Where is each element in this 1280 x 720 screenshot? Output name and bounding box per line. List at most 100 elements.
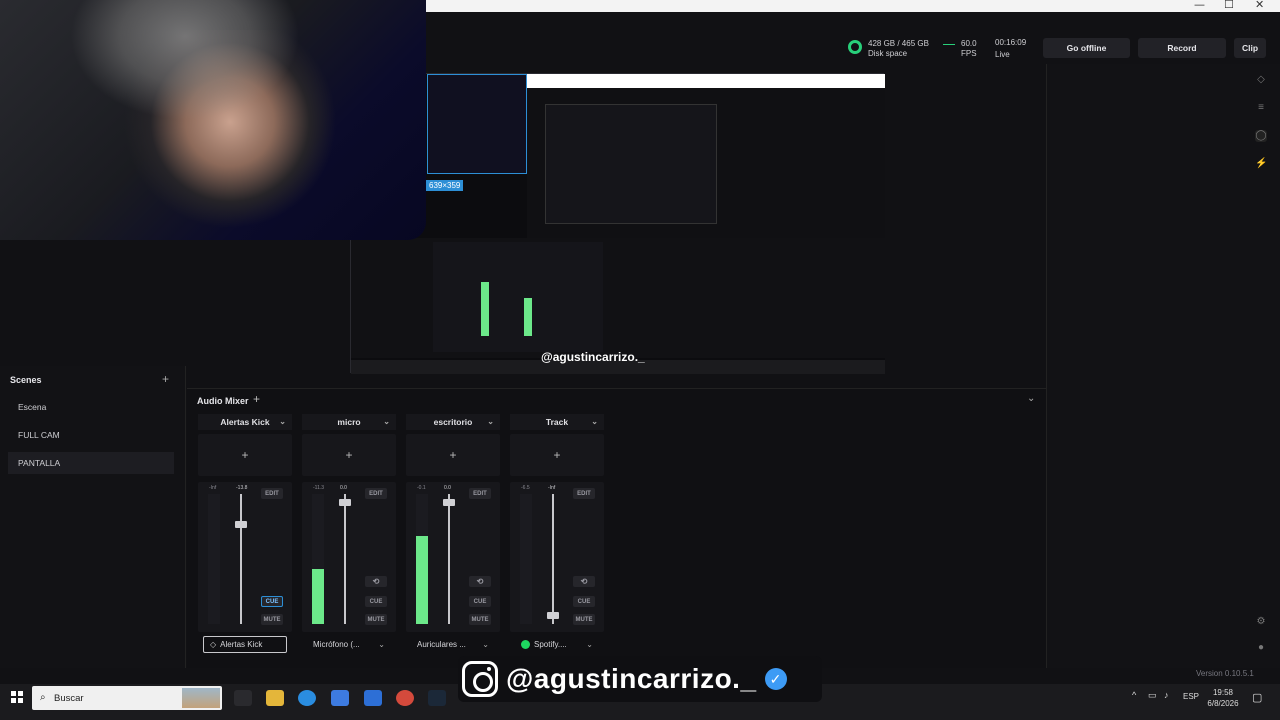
volume-fader-knob[interactable] — [547, 612, 559, 619]
selected-source-frame[interactable] — [427, 74, 527, 174]
gear-icon[interactable]: ⚙ — [1255, 616, 1267, 628]
profile-icon[interactable]: ● — [1255, 642, 1267, 654]
fps-graph-icon — [943, 44, 955, 45]
channel-db: -Inf — [548, 485, 556, 491]
chevron-down-icon[interactable]: ⌄ — [487, 414, 494, 430]
device-label: Auriculares ... — [417, 640, 466, 649]
nested-preview-frame — [545, 104, 717, 224]
cue-button[interactable]: CUE — [469, 596, 491, 607]
windows-start-button[interactable] — [11, 691, 23, 703]
nested-mixer — [433, 242, 603, 352]
store-icon[interactable] — [331, 690, 349, 706]
volume-meter — [520, 494, 532, 624]
edit-button[interactable]: EDIT — [365, 488, 387, 499]
add-filter-button[interactable]: + — [198, 434, 292, 476]
channel-header[interactable]: Track ⌄ — [510, 414, 604, 430]
record-button[interactable]: Record — [1138, 38, 1226, 58]
channel-db: 0.0 — [340, 485, 347, 491]
collapse-mixer-button[interactable]: ⌄ — [1027, 393, 1035, 404]
minimize-button[interactable]: — — [1194, 0, 1205, 11]
cue-button[interactable]: CUE — [573, 596, 595, 607]
fader-track — [552, 494, 554, 624]
maximize-button[interactable]: ☐ — [1224, 0, 1234, 11]
chevron-down-icon[interactable]: ⌄ — [383, 414, 390, 430]
add-filter-button[interactable]: + — [510, 434, 604, 476]
live-stat: 00:16:09 Live — [995, 38, 1026, 60]
device-select[interactable]: ◇ Alertas Kick — [203, 636, 287, 653]
diamond-icon[interactable]: ◇ — [1255, 74, 1267, 86]
audio-channel: Alertas Kick ⌄ + -Inf -13.8 EDIT CUE MUT… — [198, 414, 292, 658]
volume-fader-knob[interactable] — [443, 499, 455, 506]
mail-icon[interactable] — [364, 690, 382, 706]
scene-item-full-cam[interactable]: FULL CAM — [8, 424, 174, 446]
volume-fader-knob[interactable] — [235, 521, 247, 528]
mute-button[interactable]: MUTE — [573, 614, 595, 625]
audio-mixer-title: Audio Mixer — [197, 396, 249, 406]
stream-preview[interactable]: 639×359 @agustincarrizo._ — [350, 73, 885, 374]
go-offline-button[interactable]: Go offline — [1043, 38, 1130, 58]
file-explorer-icon[interactable] — [266, 690, 284, 706]
channel-header[interactable]: escritorio ⌄ — [406, 414, 500, 430]
link-icon[interactable]: ⟲ — [469, 576, 491, 587]
task-view-icon[interactable] — [234, 690, 252, 706]
mute-button[interactable]: MUTE — [365, 614, 387, 625]
chevron-down-icon[interactable]: ⌄ — [279, 414, 286, 430]
device-label: Spotify.... — [534, 640, 567, 649]
mute-button[interactable]: MUTE — [469, 614, 491, 625]
channel-strip: -6.5 -Inf EDIT ⟲ CUE MUTE — [510, 482, 604, 632]
add-audio-source-button[interactable]: + — [253, 392, 260, 406]
channel-level: -0.1 — [417, 485, 426, 491]
disk-label: Disk space — [868, 49, 908, 58]
channel-header[interactable]: micro ⌄ — [302, 414, 396, 430]
add-filter-button[interactable]: + — [406, 434, 500, 476]
taskbar-clock[interactable]: 19:58 6/8/2026 — [1206, 687, 1240, 709]
device-select[interactable]: Micrófono (... ⌄ — [307, 636, 391, 653]
broadcast-icon[interactable]: ⚡ — [1255, 158, 1267, 170]
language-indicator[interactable]: ESP — [1183, 692, 1199, 701]
volume-meter-fill — [416, 536, 428, 624]
nested-meter-1 — [481, 282, 489, 336]
device-label: Micrófono (... — [313, 640, 360, 649]
close-button[interactable]: ✕ — [1255, 0, 1264, 11]
channel-db: -13.8 — [236, 485, 248, 491]
verified-badge-icon: ✓ — [764, 668, 787, 690]
channel-level: -Inf — [209, 485, 217, 491]
chat-icon[interactable]: ◯ — [1255, 130, 1267, 142]
settings-list-icon[interactable]: ≡ — [1255, 102, 1267, 114]
edge-icon[interactable] — [298, 690, 316, 706]
channel-header[interactable]: Alertas Kick ⌄ — [198, 414, 292, 430]
scene-item-escena[interactable]: Escena — [8, 396, 174, 418]
tray-chevron-icon[interactable]: ^ — [1132, 690, 1136, 700]
spotify-icon — [521, 640, 530, 649]
disk-stat: 428 GB / 465 GB Disk space — [868, 39, 929, 59]
notifications-icon[interactable]: ▢ — [1252, 691, 1262, 704]
volume-icon[interactable]: ♪ — [1164, 690, 1169, 700]
add-scene-button[interactable]: + — [162, 372, 169, 386]
link-icon[interactable]: ⟲ — [573, 576, 595, 587]
steam-icon[interactable] — [428, 690, 446, 706]
device-select[interactable]: Auriculares ... ⌄ — [411, 636, 495, 653]
edit-button[interactable]: EDIT — [469, 488, 491, 499]
link-icon[interactable]: ⟲ — [365, 576, 387, 587]
cue-button[interactable]: CUE — [261, 596, 283, 607]
device-select[interactable]: Spotify.... ⌄ — [515, 636, 599, 653]
audio-channel: micro ⌄ + -11.3 0.0 EDIT ⟲ CUE MUTE Micr… — [302, 414, 396, 658]
mute-button[interactable]: MUTE — [261, 614, 283, 625]
scene-item-pantalla[interactable]: PANTALLA — [8, 452, 174, 474]
cue-button[interactable]: CUE — [365, 596, 387, 607]
diamond-icon: ◇ — [210, 640, 217, 649]
chevron-down-icon[interactable]: ⌄ — [591, 414, 598, 430]
instagram-icon — [462, 661, 498, 697]
network-icon[interactable]: ▭ — [1148, 690, 1157, 701]
edit-button[interactable]: EDIT — [261, 488, 283, 499]
clip-button[interactable]: Clip — [1234, 38, 1266, 58]
clock-date: 6/8/2026 — [1207, 699, 1239, 708]
disk-value: 428 GB / 465 GB — [868, 39, 929, 48]
add-filter-button[interactable]: + — [302, 434, 396, 476]
fader-track — [240, 494, 242, 624]
edit-button[interactable]: EDIT — [573, 488, 595, 499]
volume-fader-knob[interactable] — [339, 499, 351, 506]
fps-label: FPS — [961, 49, 977, 58]
chrome-icon[interactable] — [396, 690, 414, 706]
scenes-panel: Scenes + Escena FULL CAM PANTALLA — [0, 366, 186, 668]
